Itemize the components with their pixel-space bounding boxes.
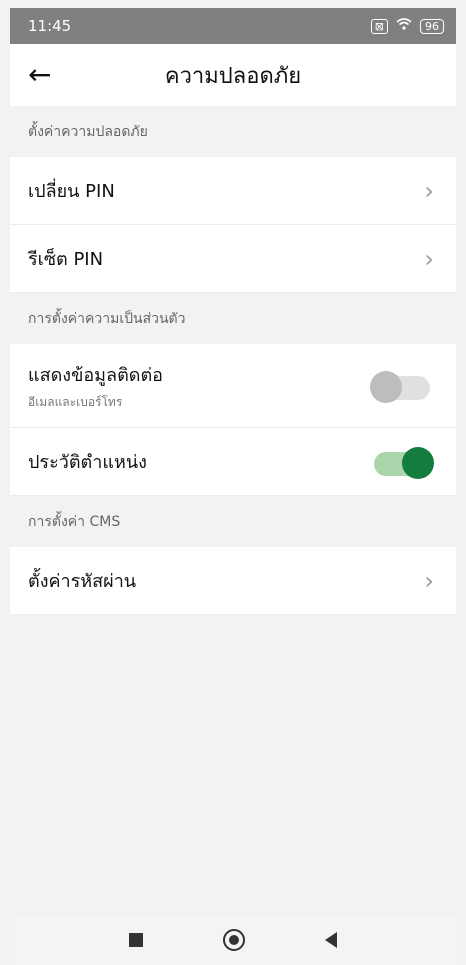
show-contact-text: แสดงข้อมูลติดต่อ อีเมลและเบอร์โทร (28, 360, 163, 412)
location-history-item: ประวัติตำแหน่ง (10, 428, 456, 496)
change-pin-item[interactable]: เปลี่ยน PIN › (10, 157, 456, 225)
app-bar: ← ความปลอดภัย (10, 44, 456, 106)
reset-pin-label: รีเซ็ต PIN (28, 249, 104, 270)
notification-box-icon: ⊠ (370, 18, 388, 34)
section-header-cms: การตั้งค่า CMS (10, 496, 456, 547)
status-time: 11:45 (28, 17, 72, 35)
chevron-right-icon: › (424, 566, 434, 595)
toggle-knob (370, 370, 402, 403)
show-contact-sublabel: อีเมลและเบอร์โทร (28, 394, 123, 409)
system-nav-bar (10, 915, 456, 965)
chevron-right-icon: › (424, 176, 434, 205)
status-icons: ⊠ 96 (370, 18, 444, 34)
battery-icon: 96 (420, 18, 444, 34)
show-contact-item: แสดงข้อมูลติดต่อ อีเมลและเบอร์โทร (10, 344, 456, 428)
show-contact-toggle[interactable] (370, 370, 434, 403)
section-header-security: ตั้งค่าความปลอดภัย (10, 106, 456, 157)
chevron-right-icon: › (424, 244, 434, 273)
home-button-icon[interactable] (223, 929, 245, 951)
recents-button-icon[interactable] (129, 933, 143, 947)
change-pin-label: เปลี่ยน PIN (28, 181, 115, 202)
back-button-icon[interactable] (325, 932, 337, 948)
section-header-privacy: การตั้งค่าความเป็นส่วนตัว (10, 293, 456, 344)
wifi-icon (396, 18, 412, 34)
back-arrow-icon[interactable]: ← (28, 61, 51, 89)
location-history-toggle[interactable] (370, 446, 434, 479)
reset-pin-item[interactable]: รีเซ็ต PIN › (10, 225, 456, 293)
page-title: ความปลอดภัย (164, 63, 302, 89)
toggle-knob (402, 446, 434, 479)
status-bar: 11:45 ⊠ 96 (10, 8, 456, 44)
password-settings-label: ตั้งค่ารหัสผ่าน (28, 571, 137, 592)
settings-list: ตั้งค่าความปลอดภัย เปลี่ยน PIN › รีเซ็ต … (10, 106, 456, 615)
show-contact-label: แสดงข้อมูลติดต่อ (28, 364, 163, 386)
password-settings-item[interactable]: ตั้งค่ารหัสผ่าน › (10, 547, 456, 615)
location-history-label: ประวัติตำแหน่ง (28, 452, 147, 473)
